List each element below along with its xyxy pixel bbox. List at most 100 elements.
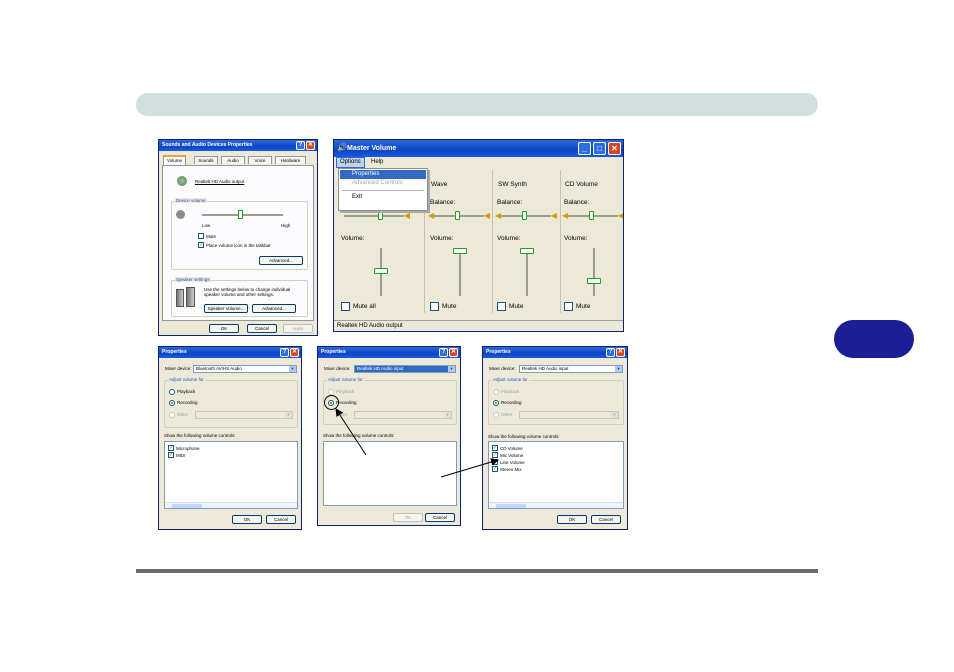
volume-controls-list[interactable]: ✓ Microphone ✓ MIDI: [164, 441, 298, 509]
volume-controls-list[interactable]: ✓ CD Volume ✓ Mic Volume ✓ Line Volume ✓…: [488, 441, 624, 509]
menu-item-advanced-controls[interactable]: Advanced Controls: [340, 179, 426, 188]
other-device-select[interactable]: ▼: [519, 411, 619, 419]
close-icon[interactable]: ✕: [306, 141, 315, 150]
list-item: Stereo Mix: [500, 467, 522, 472]
recording-radio[interactable]: [169, 400, 175, 406]
window-title: Properties: [162, 349, 187, 355]
microphone-checkbox[interactable]: ✓: [168, 445, 174, 451]
cancel-button[interactable]: Cancel: [591, 515, 621, 524]
mixer-device-select[interactable]: Realtek HD Audio input ▼: [519, 365, 623, 373]
menu-options[interactable]: Options: [336, 157, 365, 168]
ok-button[interactable]: OK: [232, 515, 262, 524]
master-volume-slider[interactable]: [371, 248, 391, 296]
tab-audio[interactable]: Audio: [221, 156, 245, 164]
close-icon[interactable]: ✕: [290, 348, 299, 357]
maximize-icon[interactable]: □: [593, 142, 606, 155]
cd-balance-label: Balance:: [564, 199, 590, 206]
wave-title: Wave: [431, 181, 448, 188]
window-title: Properties: [486, 349, 511, 355]
taskbar-icon-checkbox[interactable]: ✓: [198, 242, 204, 248]
cd-mute-checkbox[interactable]: [564, 302, 573, 311]
wave-mute-checkbox[interactable]: [430, 302, 439, 311]
playback-radio[interactable]: [493, 389, 499, 395]
tab-volume[interactable]: Volume: [163, 155, 186, 165]
stereo-mix-checkbox[interactable]: ✓: [492, 466, 498, 472]
tab-hardware[interactable]: Hardware: [275, 156, 306, 164]
line-volume-checkbox[interactable]: ✓: [492, 459, 498, 465]
sw-synth-volume-label: Volume:: [497, 235, 521, 242]
minimize-icon[interactable]: _: [578, 142, 591, 155]
ok-button[interactable]: OK: [393, 513, 423, 522]
show-controls-label: Show the following volume controls:: [323, 433, 395, 438]
close-icon[interactable]: ✕: [449, 348, 458, 357]
window-titlebar: Properties ? ✕: [318, 347, 460, 358]
properties-window-input: Properties ? ✕ Mixer device: Realtek HD …: [482, 346, 628, 530]
cancel-button[interactable]: Cancel: [425, 513, 455, 522]
other-label: Other: [177, 412, 189, 417]
chevron-down-icon: ▼: [448, 366, 455, 372]
menu-bar: Options Help: [334, 157, 623, 168]
ok-button[interactable]: OK: [557, 515, 587, 524]
volume-controls-list[interactable]: [323, 441, 457, 506]
column-separator: [492, 170, 493, 313]
mixer-device-select[interactable]: Realtek HD Audio input ▼: [354, 365, 456, 373]
footer-rule: [136, 569, 818, 573]
window-title: Master Volume: [347, 145, 397, 152]
help-icon[interactable]: ?: [296, 141, 305, 150]
other-radio[interactable]: [493, 412, 499, 418]
master-balance-slider[interactable]: ◀: [338, 210, 410, 222]
cd-balance-slider[interactable]: ◀ ◀: [562, 210, 623, 222]
adjust-volume-group: Adjust volume for Playback Recording Oth…: [323, 377, 457, 425]
window-titlebar: Sounds and Audio Devices Properties ? ✕: [159, 140, 317, 151]
tab-voice[interactable]: Voice: [248, 156, 272, 164]
mixer-device-select[interactable]: Bluetooth AV/HS Audio ▼: [193, 365, 297, 373]
help-icon[interactable]: ?: [606, 348, 615, 357]
list-item: Microphone: [176, 446, 200, 451]
close-icon[interactable]: ✕: [616, 348, 625, 357]
close-icon[interactable]: ✕: [608, 142, 621, 155]
window-titlebar: Properties ? ✕: [159, 347, 301, 358]
chapter-tab: [834, 320, 914, 358]
midi-checkbox[interactable]: ✓: [168, 452, 174, 458]
playback-radio[interactable]: [169, 389, 175, 395]
help-icon[interactable]: ?: [280, 348, 289, 357]
sw-synth-volume-slider[interactable]: [517, 248, 537, 296]
advanced-speaker-button[interactable]: Advanced...: [252, 304, 296, 313]
recording-radio[interactable]: [493, 400, 499, 406]
mute-checkbox[interactable]: [198, 233, 204, 239]
tab-sounds[interactable]: Sounds: [194, 156, 218, 164]
sw-synth-mute-label: Mute: [509, 303, 524, 310]
window-title: Sounds and Audio Devices Properties: [162, 142, 253, 148]
speaker-volume-button[interactable]: Speaker Volume...: [204, 304, 248, 313]
window-title: Properties: [321, 349, 346, 355]
wave-volume-slider[interactable]: [450, 248, 470, 296]
cancel-button[interactable]: Cancel: [266, 515, 296, 524]
advanced-button[interactable]: Advanced...: [259, 256, 303, 265]
menu-item-properties[interactable]: Properties: [340, 170, 426, 179]
device-volume-slider[interactable]: [200, 209, 285, 221]
horizontal-scrollbar[interactable]: [489, 502, 623, 508]
show-controls-label: Show the following volume controls:: [164, 433, 236, 438]
chevron-down-icon: ▼: [615, 366, 622, 372]
horizontal-scrollbar[interactable]: [165, 502, 297, 508]
sw-synth-balance-slider[interactable]: ◀ ◀: [495, 210, 557, 222]
wave-balance-label: Balance:: [430, 199, 456, 206]
wave-mute-label: Mute: [442, 303, 457, 310]
mic-volume-checkbox[interactable]: ✓: [492, 452, 498, 458]
mute-all-checkbox[interactable]: [341, 302, 350, 311]
menu-help[interactable]: Help: [371, 157, 383, 168]
ok-button[interactable]: OK: [209, 324, 239, 333]
chevron-down-icon: ▼: [289, 366, 296, 372]
list-item: CD Volume: [500, 446, 523, 451]
apply-button[interactable]: Apply: [283, 324, 313, 333]
cancel-button[interactable]: Cancel: [247, 324, 277, 333]
help-icon[interactable]: ?: [439, 348, 448, 357]
menu-item-exit[interactable]: Exit: [340, 193, 426, 202]
cd-volume-slider[interactable]: [584, 248, 604, 296]
wave-balance-slider[interactable]: ◀ ◀: [428, 210, 490, 222]
other-device-select[interactable]: ▼: [354, 411, 452, 419]
sw-synth-mute-checkbox[interactable]: [497, 302, 506, 311]
other-device-select[interactable]: ▼: [195, 411, 293, 419]
other-radio[interactable]: [169, 412, 175, 418]
cd-volume-checkbox[interactable]: ✓: [492, 445, 498, 451]
